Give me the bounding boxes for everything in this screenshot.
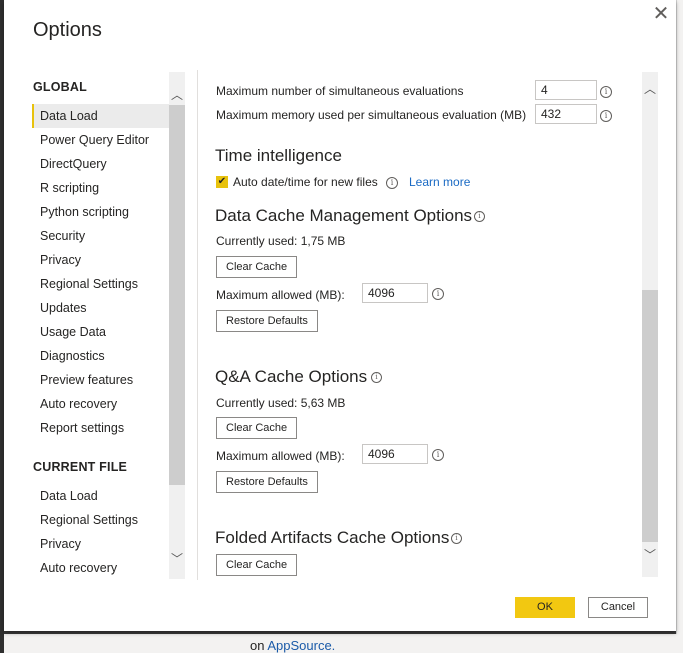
info-icon[interactable]: i [371, 372, 382, 383]
info-icon[interactable]: i [474, 211, 485, 222]
max-memory-label: Maximum memory used per simultaneous eva… [216, 108, 527, 122]
nav-item-security[interactable]: Security [32, 224, 170, 248]
data-cache-restore-defaults-button[interactable]: Restore Defaults [216, 310, 318, 332]
nav-item-preview-features[interactable]: Preview features [32, 368, 170, 392]
data-cache-max-allowed-input[interactable]: 4096 [362, 283, 428, 303]
data-cache-heading: Data Cache Management Options [215, 206, 473, 225]
nav-scrollbar-thumb[interactable] [169, 105, 185, 485]
ok-button[interactable]: OK [515, 597, 575, 618]
nav-item-current-regional-settings[interactable]: Regional Settings [32, 508, 170, 532]
info-icon[interactable]: i [600, 110, 612, 122]
nav-header-global: GLOBAL [33, 80, 87, 94]
options-content: Maximum number of simultaneous evaluatio… [198, 70, 638, 580]
nav-item-report-settings[interactable]: Report settings [32, 416, 170, 440]
background-appsource-link[interactable]: AppSource. [267, 638, 335, 653]
chevron-up-icon[interactable]: ︿ [642, 80, 658, 98]
info-icon[interactable]: i [451, 533, 462, 544]
time-intelligence-heading: Time intelligence [215, 146, 342, 165]
nav-item-auto-recovery[interactable]: Auto recovery [32, 392, 170, 416]
chevron-down-icon[interactable]: ﹀ [169, 550, 185, 568]
nav-scrollbar[interactable]: ︿ ﹀ [169, 72, 185, 579]
qa-cache-clear-button[interactable]: Clear Cache [216, 417, 298, 439]
qa-cache-restore-defaults-button[interactable]: Restore Defaults [216, 471, 318, 493]
nav-item-current-auto-recovery[interactable]: Auto recovery [32, 556, 170, 580]
qa-cache-currently-used: Currently used: 5,63 MB [216, 396, 346, 410]
folded-cache-clear-button[interactable]: Clear Cache [216, 554, 298, 576]
background-app-footer [4, 634, 683, 653]
options-dialog: ✕ Options GLOBAL Data Load Power Query E… [4, 0, 676, 631]
cancel-button[interactable]: Cancel [588, 597, 648, 618]
info-icon[interactable]: i [432, 449, 444, 461]
data-cache-clear-button[interactable]: Clear Cache [216, 256, 298, 278]
auto-datetime-checkbox[interactable]: ✔ [216, 176, 228, 188]
background-app-edge-right [676, 0, 683, 653]
max-evaluations-input[interactable]: 4 [535, 80, 597, 100]
data-cache-currently-used: Currently used: 1,75 MB [216, 234, 346, 248]
nav-item-diagnostics[interactable]: Diagnostics [32, 344, 170, 368]
chevron-up-icon[interactable]: ︿ [169, 86, 185, 104]
nav-item-updates[interactable]: Updates [32, 296, 170, 320]
close-icon[interactable]: ✕ [650, 3, 672, 25]
info-icon[interactable]: i [600, 86, 612, 98]
info-icon[interactable]: i [432, 288, 444, 300]
nav-item-current-privacy[interactable]: Privacy [32, 532, 170, 556]
info-icon[interactable]: i [386, 177, 398, 189]
dialog-title: Options [33, 19, 102, 41]
nav-item-usage-data[interactable]: Usage Data [32, 320, 170, 344]
max-memory-input[interactable]: 432 [535, 104, 597, 124]
background-appsource-text: on AppSource. [250, 638, 336, 653]
data-cache-max-allowed-label: Maximum allowed (MB): [216, 288, 345, 302]
nav-item-python-scripting[interactable]: Python scripting [32, 200, 170, 224]
content-scrollbar-thumb[interactable] [642, 290, 658, 542]
options-nav: GLOBAL Data Load Power Query Editor Dire… [32, 70, 170, 580]
max-evaluations-label: Maximum number of simultaneous evaluatio… [216, 84, 464, 98]
qa-cache-max-allowed-label: Maximum allowed (MB): [216, 449, 345, 463]
qa-cache-max-allowed-input[interactable]: 4096 [362, 444, 428, 464]
content-scrollbar[interactable]: ︿ ﹀ [642, 72, 658, 577]
nav-item-power-query-editor[interactable]: Power Query Editor [32, 128, 170, 152]
auto-datetime-label: Auto date/time for new files [233, 175, 378, 189]
qa-cache-heading: Q&A Cache Options [215, 367, 368, 386]
folded-cache-heading: Folded Artifacts Cache Options [215, 528, 450, 547]
learn-more-link[interactable]: Learn more [409, 175, 470, 189]
nav-item-global-data-load[interactable]: Data Load [32, 104, 170, 128]
nav-item-current-data-load[interactable]: Data Load [32, 484, 170, 508]
nav-item-regional-settings[interactable]: Regional Settings [32, 272, 170, 296]
chevron-down-icon[interactable]: ﹀ [642, 546, 658, 564]
nav-item-privacy[interactable]: Privacy [32, 248, 170, 272]
nav-item-r-scripting[interactable]: R scripting [32, 176, 170, 200]
nav-header-current-file: CURRENT FILE [33, 460, 128, 474]
nav-item-directquery[interactable]: DirectQuery [32, 152, 170, 176]
